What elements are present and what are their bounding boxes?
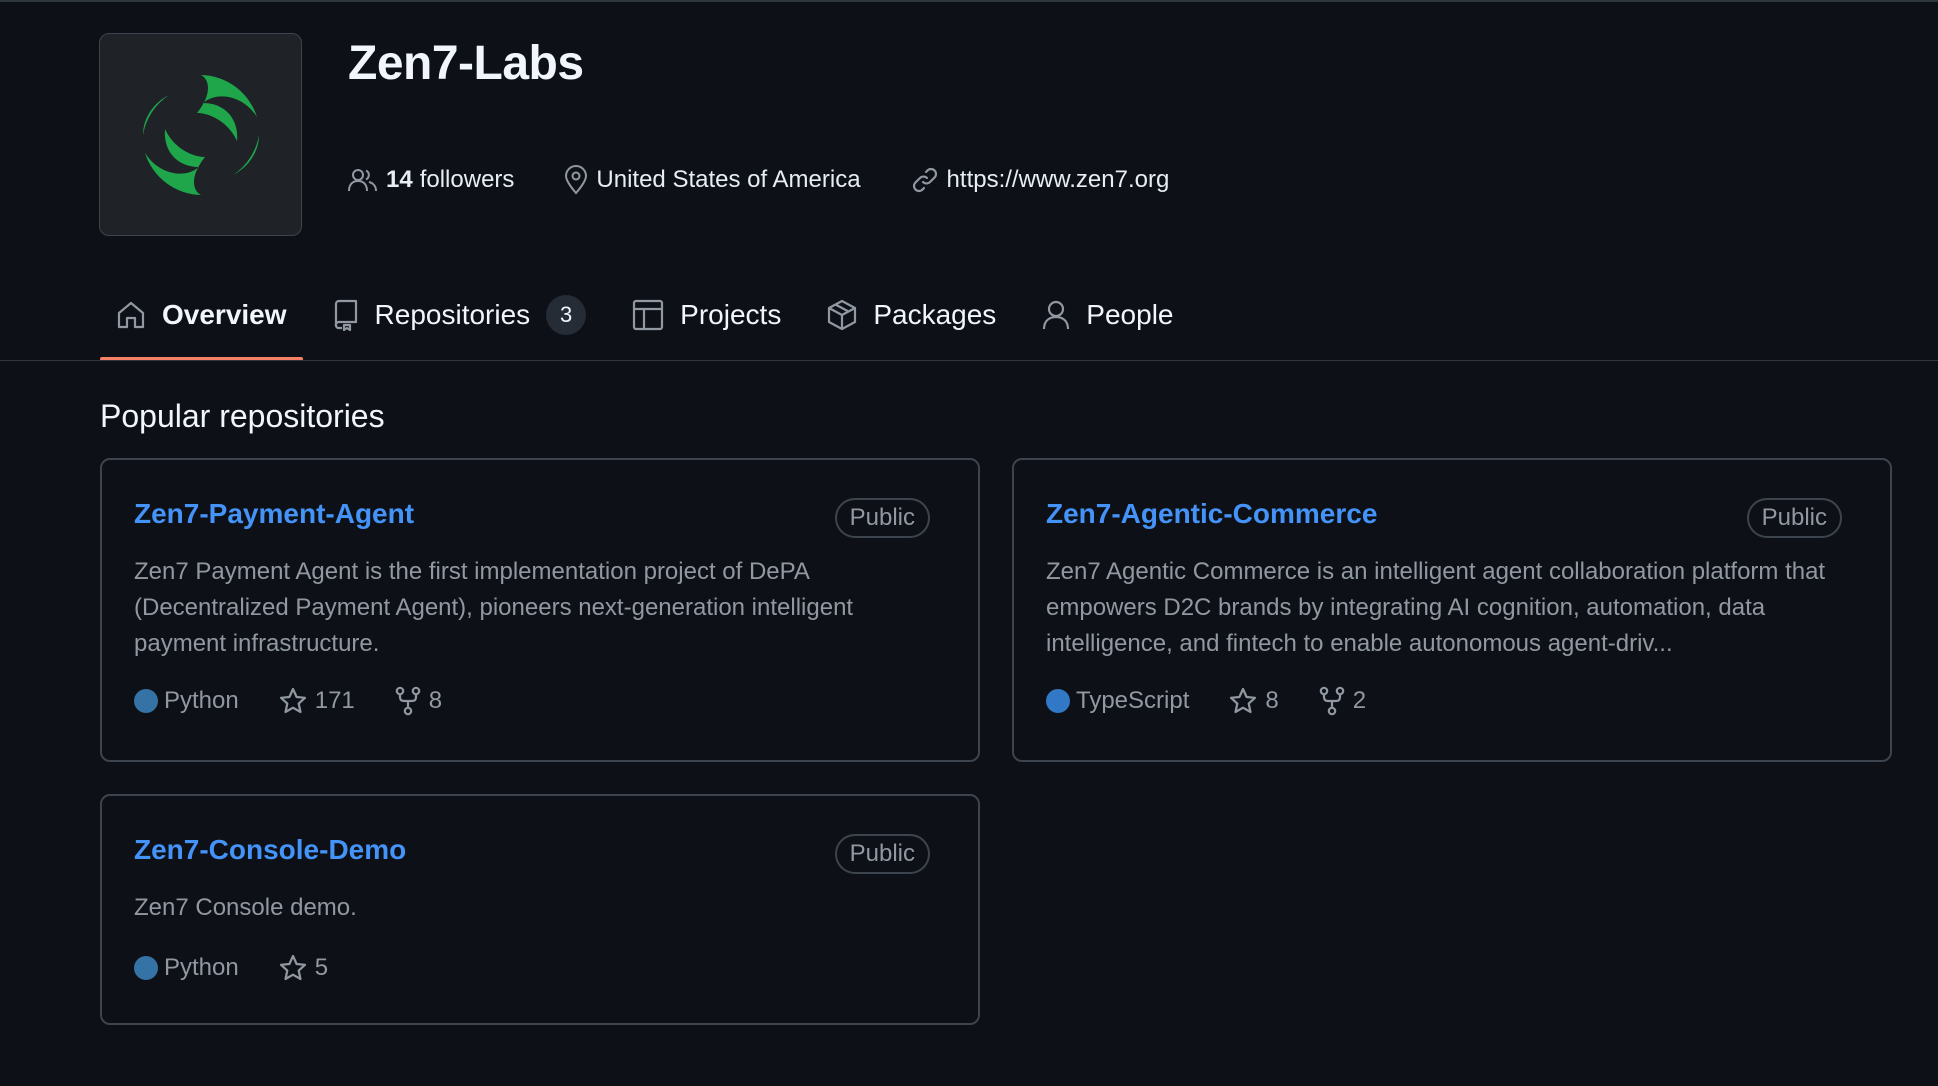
tab-repositories[interactable]: Repositories 3: [317, 290, 603, 340]
repo-card: Zen7-Console-Demo Public Zen7 Console de…: [100, 794, 980, 1025]
repo-description: Zen7 Payment Agent is the first implemen…: [134, 558, 854, 657]
visibility-badge: Public: [834, 498, 930, 538]
repo-language: Python: [134, 687, 239, 715]
tab-people[interactable]: People: [1026, 290, 1189, 340]
repo-name-link[interactable]: Zen7-Payment-Agent: [134, 498, 414, 530]
repo-name-link[interactable]: Zen7-Agentic-Commerce: [1046, 498, 1377, 530]
location-text: United States of America: [596, 166, 861, 193]
home-icon: [117, 301, 145, 329]
tab-label: Overview: [162, 299, 287, 330]
language-color-dot: [134, 689, 158, 713]
popular-repositories-heading: Popular repositories: [100, 398, 385, 434]
followers-count: 14: [386, 166, 413, 193]
repo-stats: TypeScript 8 2: [1046, 686, 1406, 716]
package-icon: [828, 299, 857, 331]
language-name: Python: [164, 687, 239, 714]
visibility-badge: Public: [1746, 498, 1842, 538]
repo-language: TypeScript: [1046, 687, 1189, 715]
language-color-dot: [134, 956, 158, 980]
repo-count-badge: 3: [546, 295, 587, 335]
website-link[interactable]: https://www.zen7.org: [911, 166, 1170, 194]
tab-label: Packages: [873, 299, 997, 330]
language-name: Python: [164, 954, 239, 981]
repo-stats: Python 171 8: [134, 686, 482, 716]
people-icon: [348, 169, 377, 192]
repo-name-link[interactable]: Zen7-Console-Demo: [134, 834, 406, 866]
fork-count: 2: [1352, 687, 1367, 714]
repo-forks[interactable]: 8: [395, 686, 442, 716]
person-icon: [1043, 300, 1070, 330]
tab-label: People: [1086, 299, 1174, 330]
fork-count: 8: [428, 687, 443, 714]
followers-link[interactable]: 14 followers: [348, 166, 514, 194]
org-meta: 14 followers United States of America ht…: [348, 160, 1219, 200]
tab-overview[interactable]: Overview: [100, 290, 303, 361]
followers-label: followers: [419, 166, 515, 193]
repo-description: Zen7 Console demo.: [134, 894, 357, 921]
language-color-dot: [1046, 689, 1070, 713]
repo-description: Zen7 Agentic Commerce is an intelligent …: [1046, 558, 1826, 657]
location-pin-icon: [565, 165, 588, 195]
org-nav-tabs: Overview Repositories 3 Projects Package…: [100, 290, 1203, 362]
org-avatar[interactable]: [99, 33, 302, 236]
repo-forks[interactable]: 2: [1319, 686, 1366, 716]
org-name: Zen7-Labs: [348, 37, 584, 90]
tab-projects[interactable]: Projects: [616, 290, 797, 340]
fork-icon: [395, 686, 421, 716]
repo-stars[interactable]: 5: [279, 954, 328, 982]
top-border: [0, 0, 1938, 2]
visibility-badge: Public: [834, 834, 930, 874]
repo-stars[interactable]: 8: [1229, 687, 1279, 715]
zen7-logo-icon: [142, 74, 259, 195]
repo-stats: Python 5: [134, 954, 368, 982]
fork-icon: [1319, 686, 1345, 716]
repo-card: Zen7-Payment-Agent Public Zen7 Payment A…: [100, 458, 980, 762]
website-text: https://www.zen7.org: [946, 166, 1170, 193]
repo-icon: [334, 299, 357, 331]
table-icon: [633, 299, 664, 331]
repo-stars[interactable]: 171: [279, 687, 355, 715]
link-icon: [912, 167, 937, 193]
location: United States of America: [564, 165, 861, 195]
repo-language: Python: [134, 954, 239, 982]
star-count: 5: [314, 954, 329, 981]
tab-label: Projects: [680, 299, 782, 330]
star-icon: [279, 687, 306, 714]
star-icon: [1230, 687, 1257, 714]
star-count: 171: [314, 687, 355, 714]
tabs-divider: [0, 360, 1938, 361]
language-name: TypeScript: [1076, 687, 1190, 714]
tab-label: Repositories: [374, 299, 531, 330]
star-icon: [279, 954, 306, 981]
star-count: 8: [1265, 687, 1279, 714]
tab-packages[interactable]: Packages: [811, 290, 1012, 340]
repo-card: Zen7-Agentic-Commerce Public Zen7 Agenti…: [1012, 458, 1892, 762]
